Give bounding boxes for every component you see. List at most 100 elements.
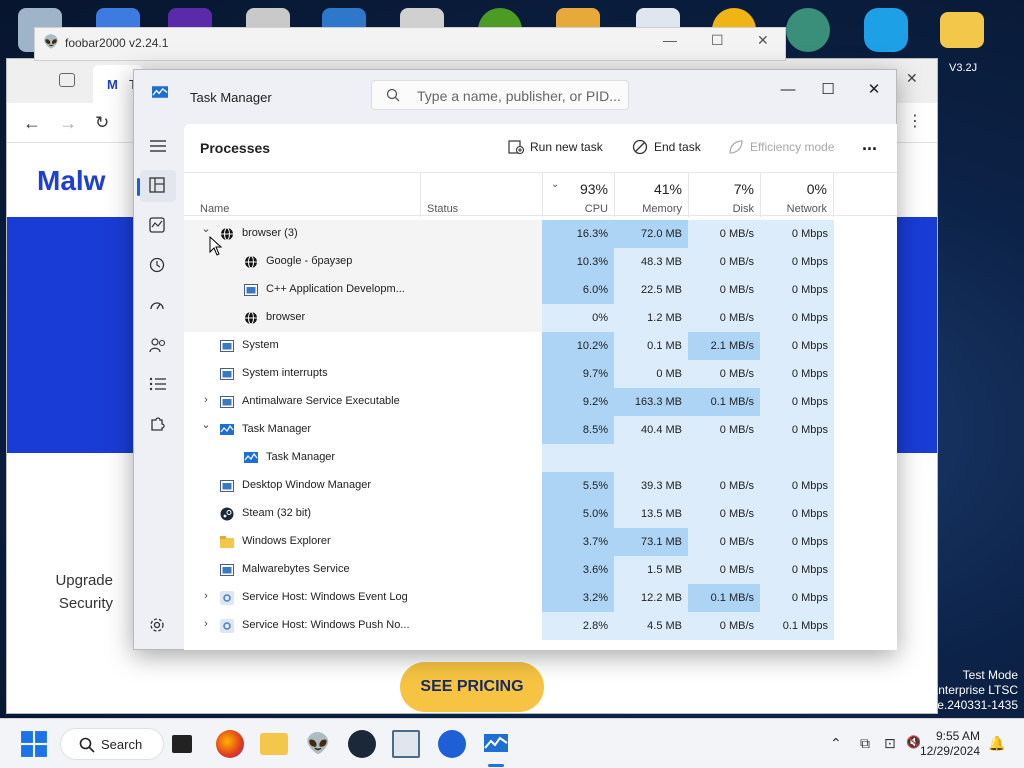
see-pricing-button[interactable]: SEE PRICING <box>400 662 544 712</box>
taskbar-search-label: Search <box>101 737 143 752</box>
refresh-icon[interactable]: ↻ <box>95 113 109 133</box>
end-task-icon <box>632 139 648 155</box>
column-network[interactable]: 0% Network <box>760 173 834 217</box>
process-row[interactable]: browser 0% 1.2 MB 0 MB/s 0 Mbps <box>184 304 884 332</box>
file-explorer-icon[interactable] <box>260 733 288 755</box>
cpu-total: 93% <box>579 181 608 197</box>
process-row[interactable]: Windows Explorer 3.7% 73.1 MB 0 MB/s 0 Mbps <box>184 528 884 556</box>
steam-icon[interactable] <box>348 730 376 758</box>
network-cell: 0 Mbps <box>760 472 834 500</box>
nav-settings[interactable] <box>140 610 176 642</box>
efficiency-mode-button[interactable]: Efficiency mode <box>728 140 840 160</box>
globe-icon <box>244 255 258 269</box>
process-name-cell: browser <box>184 304 420 332</box>
process-row[interactable]: Steam (32 bit) 5.0% 13.5 MB 0 MB/s 0 Mbps <box>184 500 884 528</box>
nav-details[interactable] <box>140 370 176 402</box>
process-row[interactable]: › Antimalware Service Executable 9.2% 163.3… <box>184 388 884 416</box>
process-row[interactable]: ⌄ browser (3) 16.3% 72.0 MB 0 MB/s 0 Mbps <box>184 220 884 248</box>
menu-dots-icon[interactable]: ⋮ <box>907 111 923 131</box>
nav-services[interactable] <box>140 410 176 442</box>
column-name[interactable]: Name <box>184 173 420 217</box>
process-row[interactable]: Malwarebytes Service 3.6% 1.5 MB 0 MB/s 0 Mb… <box>184 556 884 584</box>
column-header: Name Status ⌄ 93% CPU 41% Memory 7% Disk… <box>184 172 897 217</box>
chevron-right-icon[interactable]: › <box>200 618 212 630</box>
network-cell: 0 Mbps <box>760 556 834 584</box>
page-title: Processes <box>200 140 271 156</box>
taskbar-search[interactable]: Search <box>60 728 164 760</box>
process-row[interactable]: Google - браузер 10.3% 48.3 MB 0 MB/s 0 Mbps <box>184 248 884 276</box>
chevron-right-icon[interactable]: › <box>200 590 212 602</box>
process-row[interactable]: System 10.2% 0.1 MB 2.1 MB/s 0 Mbps <box>184 332 884 360</box>
process-row[interactable]: C++ Application Developm... 6.0% 22.5 MB 0 … <box>184 276 884 304</box>
maximize-button[interactable]: ☐ <box>711 32 724 49</box>
hamburger-menu-button[interactable] <box>140 132 176 164</box>
nav-users[interactable] <box>140 330 176 362</box>
tray-app-icon[interactable]: ⧉ <box>860 735 870 752</box>
process-row[interactable]: Desktop Window Manager 5.5% 39.3 MB 0 MB/s 0… <box>184 472 884 500</box>
desktop-app-icon[interactable] <box>786 8 830 52</box>
clock[interactable]: 9:55 AM 12/29/2024 <box>918 729 980 759</box>
minimize-button[interactable]: — <box>768 76 808 104</box>
process-name: Malwarebytes Service <box>242 563 350 575</box>
app-window-icon[interactable] <box>392 730 420 758</box>
process-row[interactable]: ⌄ Task Manager 8.5% 40.4 MB 0 MB/s 0 Mbps <box>184 416 884 444</box>
network-cell: 0 Mbps <box>760 276 834 304</box>
run-new-task-button[interactable]: Run new task <box>508 140 608 160</box>
end-task-button[interactable]: End task <box>632 139 708 160</box>
column-cpu[interactable]: ⌄ 93% CPU <box>542 173 614 217</box>
nav-startup-apps[interactable] <box>140 290 176 322</box>
cpu-cell: 10.2% <box>542 332 614 360</box>
gear-icon <box>220 619 234 633</box>
process-row[interactable]: › Service Host: Windows Event Log 3.2% 12.2… <box>184 584 884 612</box>
process-name: Desktop Window Manager <box>242 479 372 491</box>
network-cell: 0 Mbps <box>760 248 834 276</box>
malwarebytes-icon[interactable] <box>438 730 466 758</box>
close-button[interactable]: ✕ <box>757 32 769 49</box>
process-name: Task Manager <box>266 451 336 463</box>
foobar-taskbar-icon[interactable]: 👽 <box>304 730 332 758</box>
tab-actions-icon[interactable] <box>59 73 75 87</box>
task-manager-taskbar-icon[interactable] <box>482 730 510 758</box>
forward-arrow-icon[interactable]: → <box>59 113 77 134</box>
chevron-up-icon[interactable]: ⌃ <box>830 735 842 752</box>
skype-icon[interactable] <box>864 8 908 52</box>
notification-bell-icon[interactable]: 🔔 <box>988 735 1005 752</box>
disk-cell: 0 MB/s <box>688 248 760 276</box>
close-button[interactable]: ✕ <box>854 76 894 104</box>
process-row[interactable]: Task Manager <box>184 444 884 472</box>
process-row[interactable]: System interrupts 9.7% 0 MB 0 MB/s 0 Mbps <box>184 360 884 388</box>
memory-cell: 48.3 MB <box>614 248 688 276</box>
start-button-icon[interactable] <box>20 730 48 758</box>
browser-close-button[interactable]: ✕ <box>906 70 918 87</box>
foobar-window[interactable]: 👽 foobar2000 v2.24.1 — ☐ ✕ <box>34 27 786 61</box>
process-name-cell: Windows Explorer <box>184 528 420 556</box>
column-status[interactable]: Status <box>420 173 542 217</box>
process-name-cell: › Antimalware Service Executable <box>184 388 420 416</box>
mouse-cursor-icon <box>209 236 223 256</box>
network-icon[interactable]: ⊡ <box>884 735 896 752</box>
task-view-icon[interactable] <box>172 735 192 753</box>
memory-cell: 73.1 MB <box>614 528 688 556</box>
process-status-cell <box>420 528 542 556</box>
nav-app-history[interactable] <box>140 250 176 282</box>
search-input[interactable]: Type a name, publisher, or PID... <box>371 80 629 110</box>
minimize-button[interactable]: — <box>663 32 677 48</box>
cpu-label: CPU <box>584 203 608 215</box>
desktop-icon-label[interactable]: V3.2J <box>949 62 977 74</box>
column-name-label: Name <box>200 203 230 215</box>
maximize-button[interactable]: ☐ <box>808 76 848 104</box>
process-row[interactable]: › Service Host: Windows Push No... 2.8% 4.5… <box>184 612 884 640</box>
chevron-right-icon[interactable]: › <box>200 394 212 406</box>
column-disk[interactable]: 7% Disk <box>688 173 760 217</box>
process-status-cell <box>420 248 542 276</box>
chevron-down-icon[interactable]: ⌄ <box>200 222 212 235</box>
back-arrow-icon[interactable]: ← <box>23 113 41 134</box>
firefox-icon[interactable] <box>216 730 244 758</box>
foobar-title: foobar2000 v2.24.1 <box>65 36 169 50</box>
nav-performance[interactable] <box>140 210 176 242</box>
folder-icon[interactable] <box>940 12 984 48</box>
disk-total: 7% <box>733 181 754 197</box>
chevron-down-icon[interactable]: ⌄ <box>200 418 212 431</box>
nav-processes[interactable] <box>140 170 176 202</box>
column-memory[interactable]: 41% Memory <box>614 173 688 217</box>
